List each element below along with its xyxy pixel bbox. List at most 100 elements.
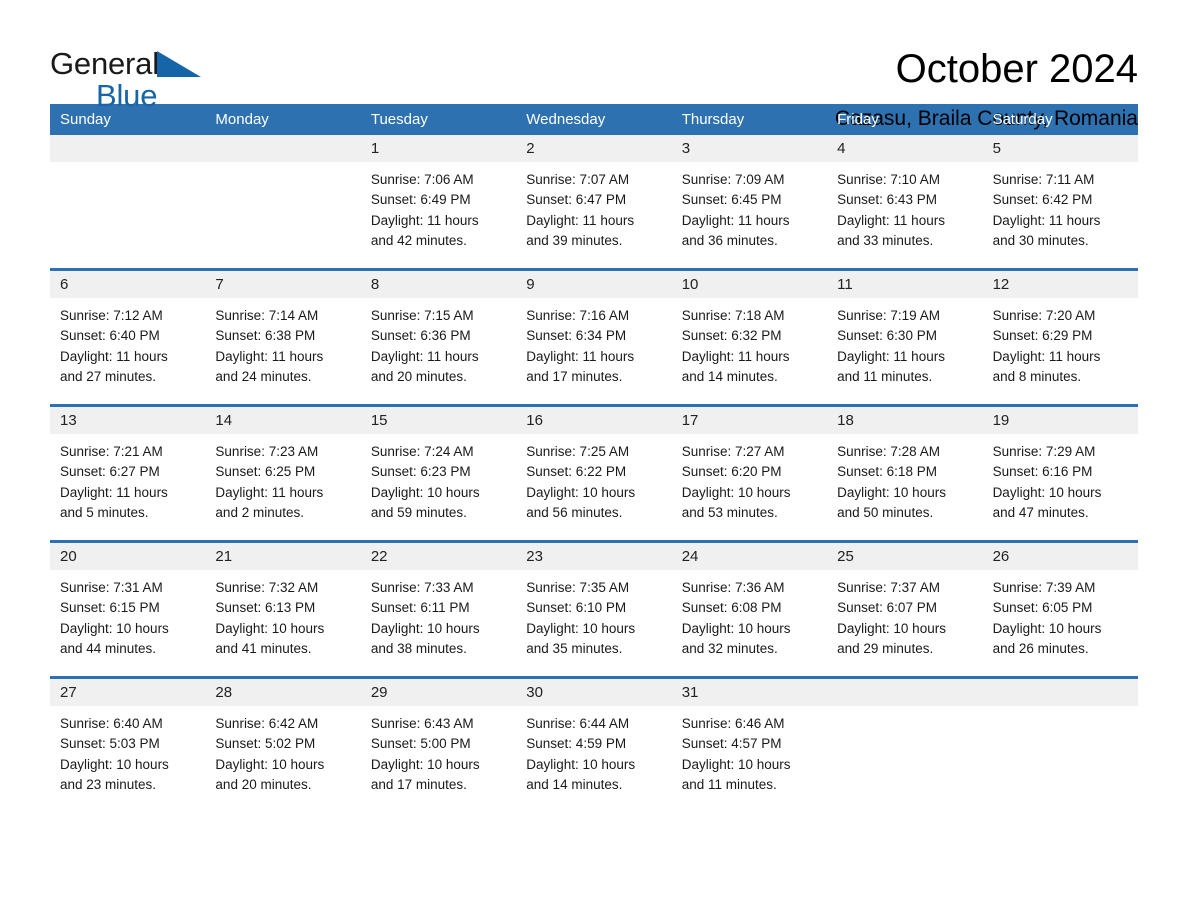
day-number: 23 xyxy=(526,548,543,565)
sunset-time: Sunset: 6:32 PM xyxy=(681,328,782,344)
day-details: Sunrise: 6:43 AM Sunset: 5:00 PM Daylight:… xyxy=(361,706,516,795)
calendar-day-cell[interactable]: 22 Sunrise: 7:33 AM Sunset: 6:11 PM Dayligh… xyxy=(360,543,517,665)
calendar-week-row: 27 Sunrise: 6:40 AM Sunset: 5:03 PM Dayligh… xyxy=(50,676,1138,801)
sunset-time: Sunset: 6:22 PM xyxy=(526,464,627,480)
calendar-day-cell[interactable]: 12 Sunrise: 7:20 AM Sunset: 6:29 PM Dayligh… xyxy=(982,271,1138,393)
daylight-duration-line1: Daylight: 10 hours xyxy=(526,756,636,772)
daylight-duration-line1: Daylight: 10 hours xyxy=(60,756,169,772)
day-number-band xyxy=(982,679,1138,706)
calendar-day-cell[interactable]: 8 Sunrise: 7:15 AM Sunset: 6:36 PM Daylight… xyxy=(360,271,517,393)
calendar-day-cell[interactable]: 3 Sunrise: 7:09 AM Sunset: 6:45 PM Daylight… xyxy=(671,135,828,257)
calendar-day-cell[interactable]: 18 Sunrise: 7:28 AM Sunset: 6:18 PM Dayligh… xyxy=(827,407,983,529)
daylight-duration-line2: and 11 minutes. xyxy=(681,776,777,792)
daylight-duration-line2: and 5 minutes. xyxy=(60,504,149,520)
daylight-duration-line2: and 11 minutes. xyxy=(837,368,933,384)
daylight-duration-line1: Daylight: 10 hours xyxy=(370,620,480,636)
day-details: Sunrise: 7:19 AM Sunset: 6:30 PM Daylight:… xyxy=(827,298,982,387)
day-number-band: 21 xyxy=(205,543,361,570)
daylight-duration-line1: Daylight: 10 hours xyxy=(837,484,946,500)
sunrise-time: Sunrise: 7:27 AM xyxy=(681,444,785,459)
day-number: 31 xyxy=(681,684,699,701)
sunrise-time: Sunrise: 7:20 AM xyxy=(992,308,1096,323)
day-number-band: 27 xyxy=(50,679,206,706)
day-number: 21 xyxy=(215,548,233,565)
calendar-day-cell[interactable]: 11 Sunrise: 7:19 AM Sunset: 6:30 PM Dayligh… xyxy=(827,271,983,393)
day-number: 20 xyxy=(60,548,77,565)
logo-text-general: General xyxy=(50,46,159,81)
daylight-duration-line1: Daylight: 11 hours xyxy=(681,348,790,364)
calendar-day-cell[interactable]: 26 Sunrise: 7:39 AM Sunset: 6:05 PM Dayligh… xyxy=(982,543,1138,665)
logo-top-row: General xyxy=(50,48,280,79)
calendar-day-cell[interactable]: 1 Sunrise: 7:06 AM Sunset: 6:49 PM Daylight… xyxy=(360,135,517,257)
calendar-day-cell[interactable]: 7 Sunrise: 7:14 AM Sunset: 6:38 PM Daylight… xyxy=(205,271,361,393)
day-number-band: 11 xyxy=(827,271,983,298)
daylight-duration-line2: and 36 minutes. xyxy=(681,232,778,248)
sunset-time: Sunset: 6:05 PM xyxy=(992,600,1093,616)
day-details: Sunrise: 7:11 AM Sunset: 6:42 PM Daylight:… xyxy=(983,162,1138,251)
calendar-day-cell[interactable]: 21 Sunrise: 7:32 AM Sunset: 6:13 PM Dayligh… xyxy=(205,543,361,665)
calendar-day-cell[interactable]: 29 Sunrise: 6:43 AM Sunset: 5:00 PM Dayligh… xyxy=(360,679,517,801)
calendar-day-cell[interactable]: 19 Sunrise: 7:29 AM Sunset: 6:16 PM Dayligh… xyxy=(982,407,1138,529)
daylight-duration-line1: Daylight: 10 hours xyxy=(215,756,325,772)
daylight-duration-line2: and 33 minutes. xyxy=(837,232,934,248)
day-number: 3 xyxy=(681,140,691,157)
calendar-day-cell[interactable]: 13 Sunrise: 7:21 AM Sunset: 6:27 PM Dayligh… xyxy=(50,407,206,529)
day-number: 17 xyxy=(681,412,699,429)
day-number: 4 xyxy=(837,140,846,157)
day-details: Sunrise: 7:18 AM Sunset: 6:32 PM Daylight:… xyxy=(672,298,827,387)
sunrise-time: Sunrise: 7:39 AM xyxy=(992,580,1096,595)
calendar-day-cell[interactable]: 27 Sunrise: 6:40 AM Sunset: 5:03 PM Dayligh… xyxy=(50,679,206,801)
calendar-day-cell[interactable]: 2 Sunrise: 7:07 AM Sunset: 6:47 PM Daylight… xyxy=(516,135,672,257)
sunrise-time: Sunrise: 6:42 AM xyxy=(215,716,319,731)
calendar-day-cell[interactable]: 17 Sunrise: 7:27 AM Sunset: 6:20 PM Dayligh… xyxy=(671,407,828,529)
sunrise-time: Sunrise: 7:25 AM xyxy=(526,444,630,459)
daylight-duration-line2: and 20 minutes. xyxy=(370,368,467,384)
daylight-duration-line2: and 32 minutes. xyxy=(681,640,778,656)
sunset-time: Sunset: 6:11 PM xyxy=(370,600,470,616)
sunset-time: Sunset: 6:15 PM xyxy=(60,600,160,616)
day-number-band: 13 xyxy=(50,407,206,434)
daylight-duration-line1: Daylight: 10 hours xyxy=(992,484,1102,500)
calendar-day-cell[interactable]: 30 Sunrise: 6:44 AM Sunset: 4:59 PM Dayligh… xyxy=(516,679,672,801)
calendar-day-cell[interactable]: 6 Sunrise: 7:12 AM Sunset: 6:40 PM Daylight… xyxy=(50,271,206,393)
calendar-day-cell[interactable]: 28 Sunrise: 6:42 AM Sunset: 5:02 PM Dayligh… xyxy=(205,679,361,801)
calendar-day-cell[interactable]: 5 Sunrise: 7:11 AM Sunset: 6:42 PM Daylight… xyxy=(982,135,1138,257)
sunrise-time: Sunrise: 7:21 AM xyxy=(60,444,163,459)
calendar-day-cell[interactable]: 24 Sunrise: 7:36 AM Sunset: 6:08 PM Dayligh… xyxy=(671,543,828,665)
calendar-day-cell[interactable]: 16 Sunrise: 7:25 AM Sunset: 6:22 PM Dayligh… xyxy=(516,407,672,529)
daylight-duration-line1: Daylight: 10 hours xyxy=(681,756,791,772)
daylight-duration-line2: and 26 minutes. xyxy=(992,640,1089,656)
calendar-grid: Sunday Monday Tuesday Wednesday Thursday… xyxy=(50,104,1138,801)
day-number-band: 10 xyxy=(671,271,828,298)
sunset-time: Sunset: 6:30 PM xyxy=(837,328,937,344)
day-number-band: 7 xyxy=(205,271,361,298)
daylight-duration-line1: Daylight: 10 hours xyxy=(370,484,480,500)
calendar-day-cell[interactable]: 9 Sunrise: 7:16 AM Sunset: 6:34 PM Daylight… xyxy=(516,271,672,393)
calendar-day-cell[interactable]: 4 Sunrise: 7:10 AM Sunset: 6:43 PM Daylight… xyxy=(827,135,983,257)
daylight-duration-line1: Daylight: 11 hours xyxy=(992,348,1101,364)
sunset-time: Sunset: 6:43 PM xyxy=(837,192,937,208)
calendar-day-cell[interactable]: 14 Sunrise: 7:23 AM Sunset: 6:25 PM Dayligh… xyxy=(205,407,361,529)
day-number: 1 xyxy=(370,140,380,157)
calendar-day-cell[interactable]: 31 Sunrise: 6:46 AM Sunset: 4:57 PM Dayligh… xyxy=(671,679,828,801)
sunrise-time: Sunrise: 7:12 AM xyxy=(60,308,163,323)
daylight-duration-line2: and 8 minutes. xyxy=(992,368,1082,384)
generalblue-logo[interactable]: General Blue xyxy=(50,44,280,118)
logo-text-blue: Blue xyxy=(96,78,158,113)
day-number-band: 25 xyxy=(827,543,983,570)
day-details: Sunrise: 7:24 AM Sunset: 6:23 PM Daylight:… xyxy=(361,434,516,523)
calendar-day-cell-empty xyxy=(982,679,1138,801)
calendar-day-cell-empty xyxy=(827,679,983,801)
sunrise-time: Sunrise: 7:07 AM xyxy=(526,172,630,187)
day-number-band: 24 xyxy=(671,543,828,570)
calendar-day-cell[interactable]: 20 Sunrise: 7:31 AM Sunset: 6:15 PM Dayligh… xyxy=(50,543,206,665)
calendar-day-cell[interactable]: 25 Sunrise: 7:37 AM Sunset: 6:07 PM Dayligh… xyxy=(827,543,983,665)
sunrise-time: Sunrise: 7:28 AM xyxy=(837,444,940,459)
calendar-day-cell[interactable]: 10 Sunrise: 7:18 AM Sunset: 6:32 PM Dayligh… xyxy=(671,271,828,393)
calendar-day-cell[interactable]: 15 Sunrise: 7:24 AM Sunset: 6:23 PM Dayligh… xyxy=(360,407,517,529)
daylight-duration-line1: Daylight: 10 hours xyxy=(526,620,636,636)
calendar-weeks: 1 Sunrise: 7:06 AM Sunset: 6:49 PM Daylight… xyxy=(50,135,1138,801)
calendar-day-cell[interactable]: 23 Sunrise: 7:35 AM Sunset: 6:10 PM Dayligh… xyxy=(516,543,672,665)
day-number: 24 xyxy=(681,548,699,565)
daylight-duration-line2: and 30 minutes. xyxy=(992,232,1089,248)
